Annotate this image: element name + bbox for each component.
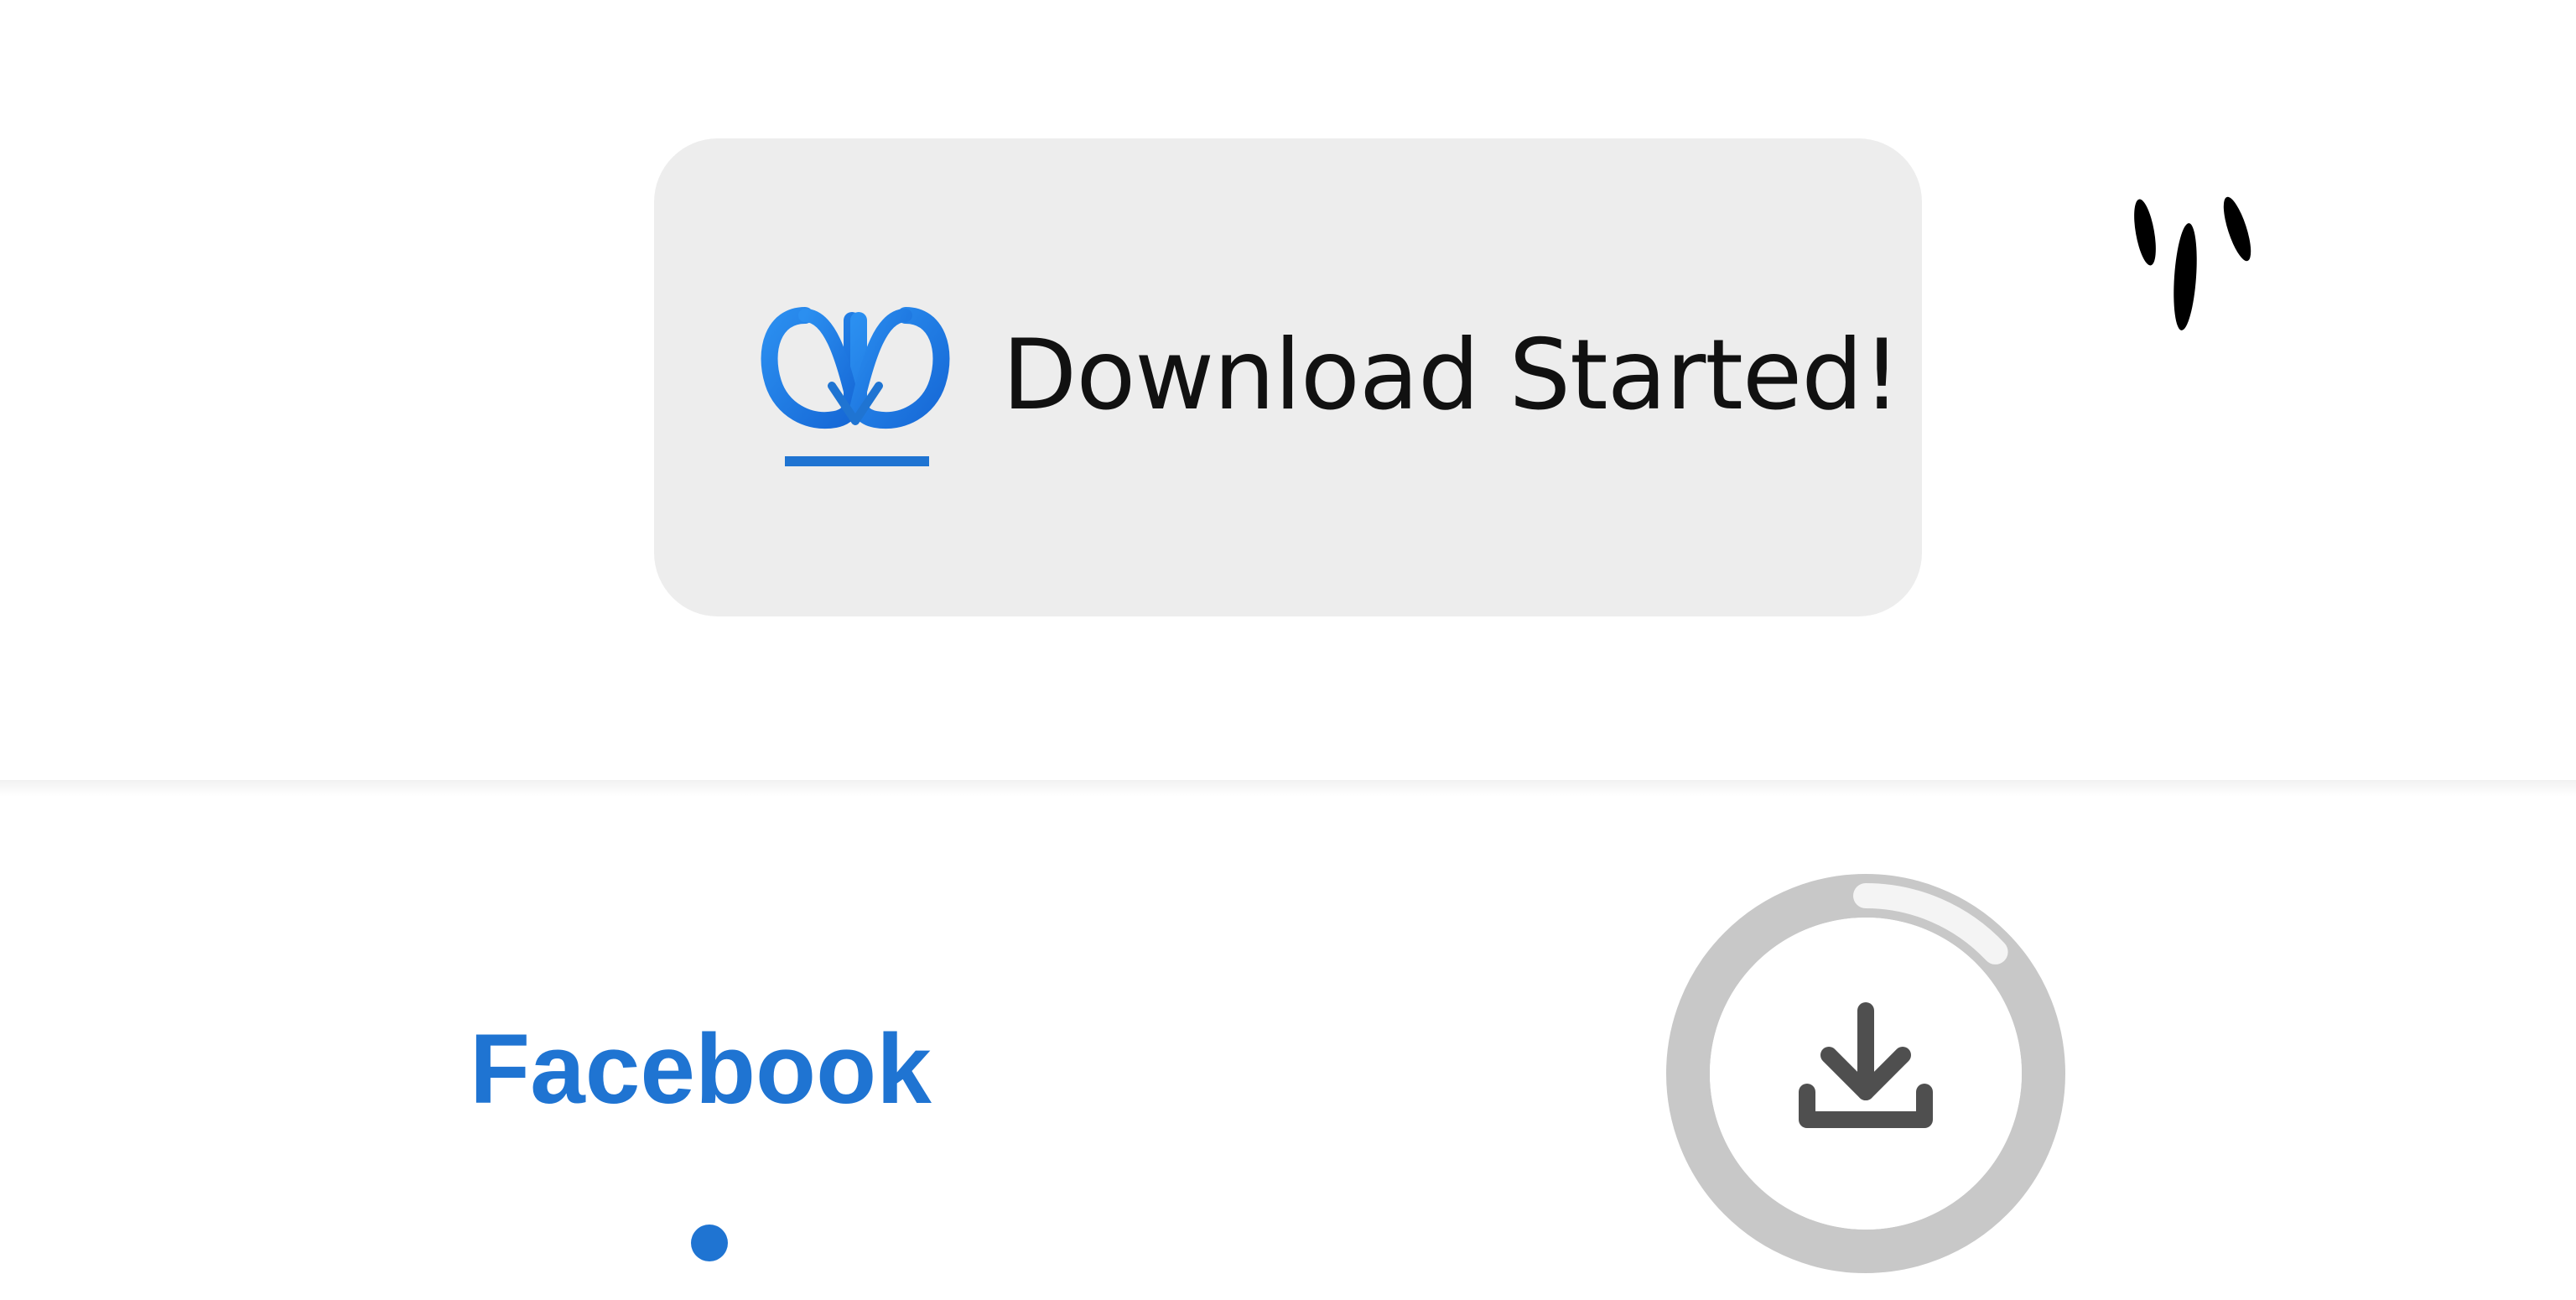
tab-facebook[interactable]: Facebook (470, 1006, 932, 1132)
bottom-bar-divider (0, 780, 2576, 797)
download-button[interactable] (1665, 872, 2067, 1275)
infinity-download-icon (758, 302, 953, 470)
tap-marks-icon (2122, 180, 2272, 390)
bottom-navigation-bar (0, 797, 2576, 1300)
selected-tab-indicator (691, 1225, 728, 1261)
toast-message: Download Started! (1002, 319, 1901, 432)
